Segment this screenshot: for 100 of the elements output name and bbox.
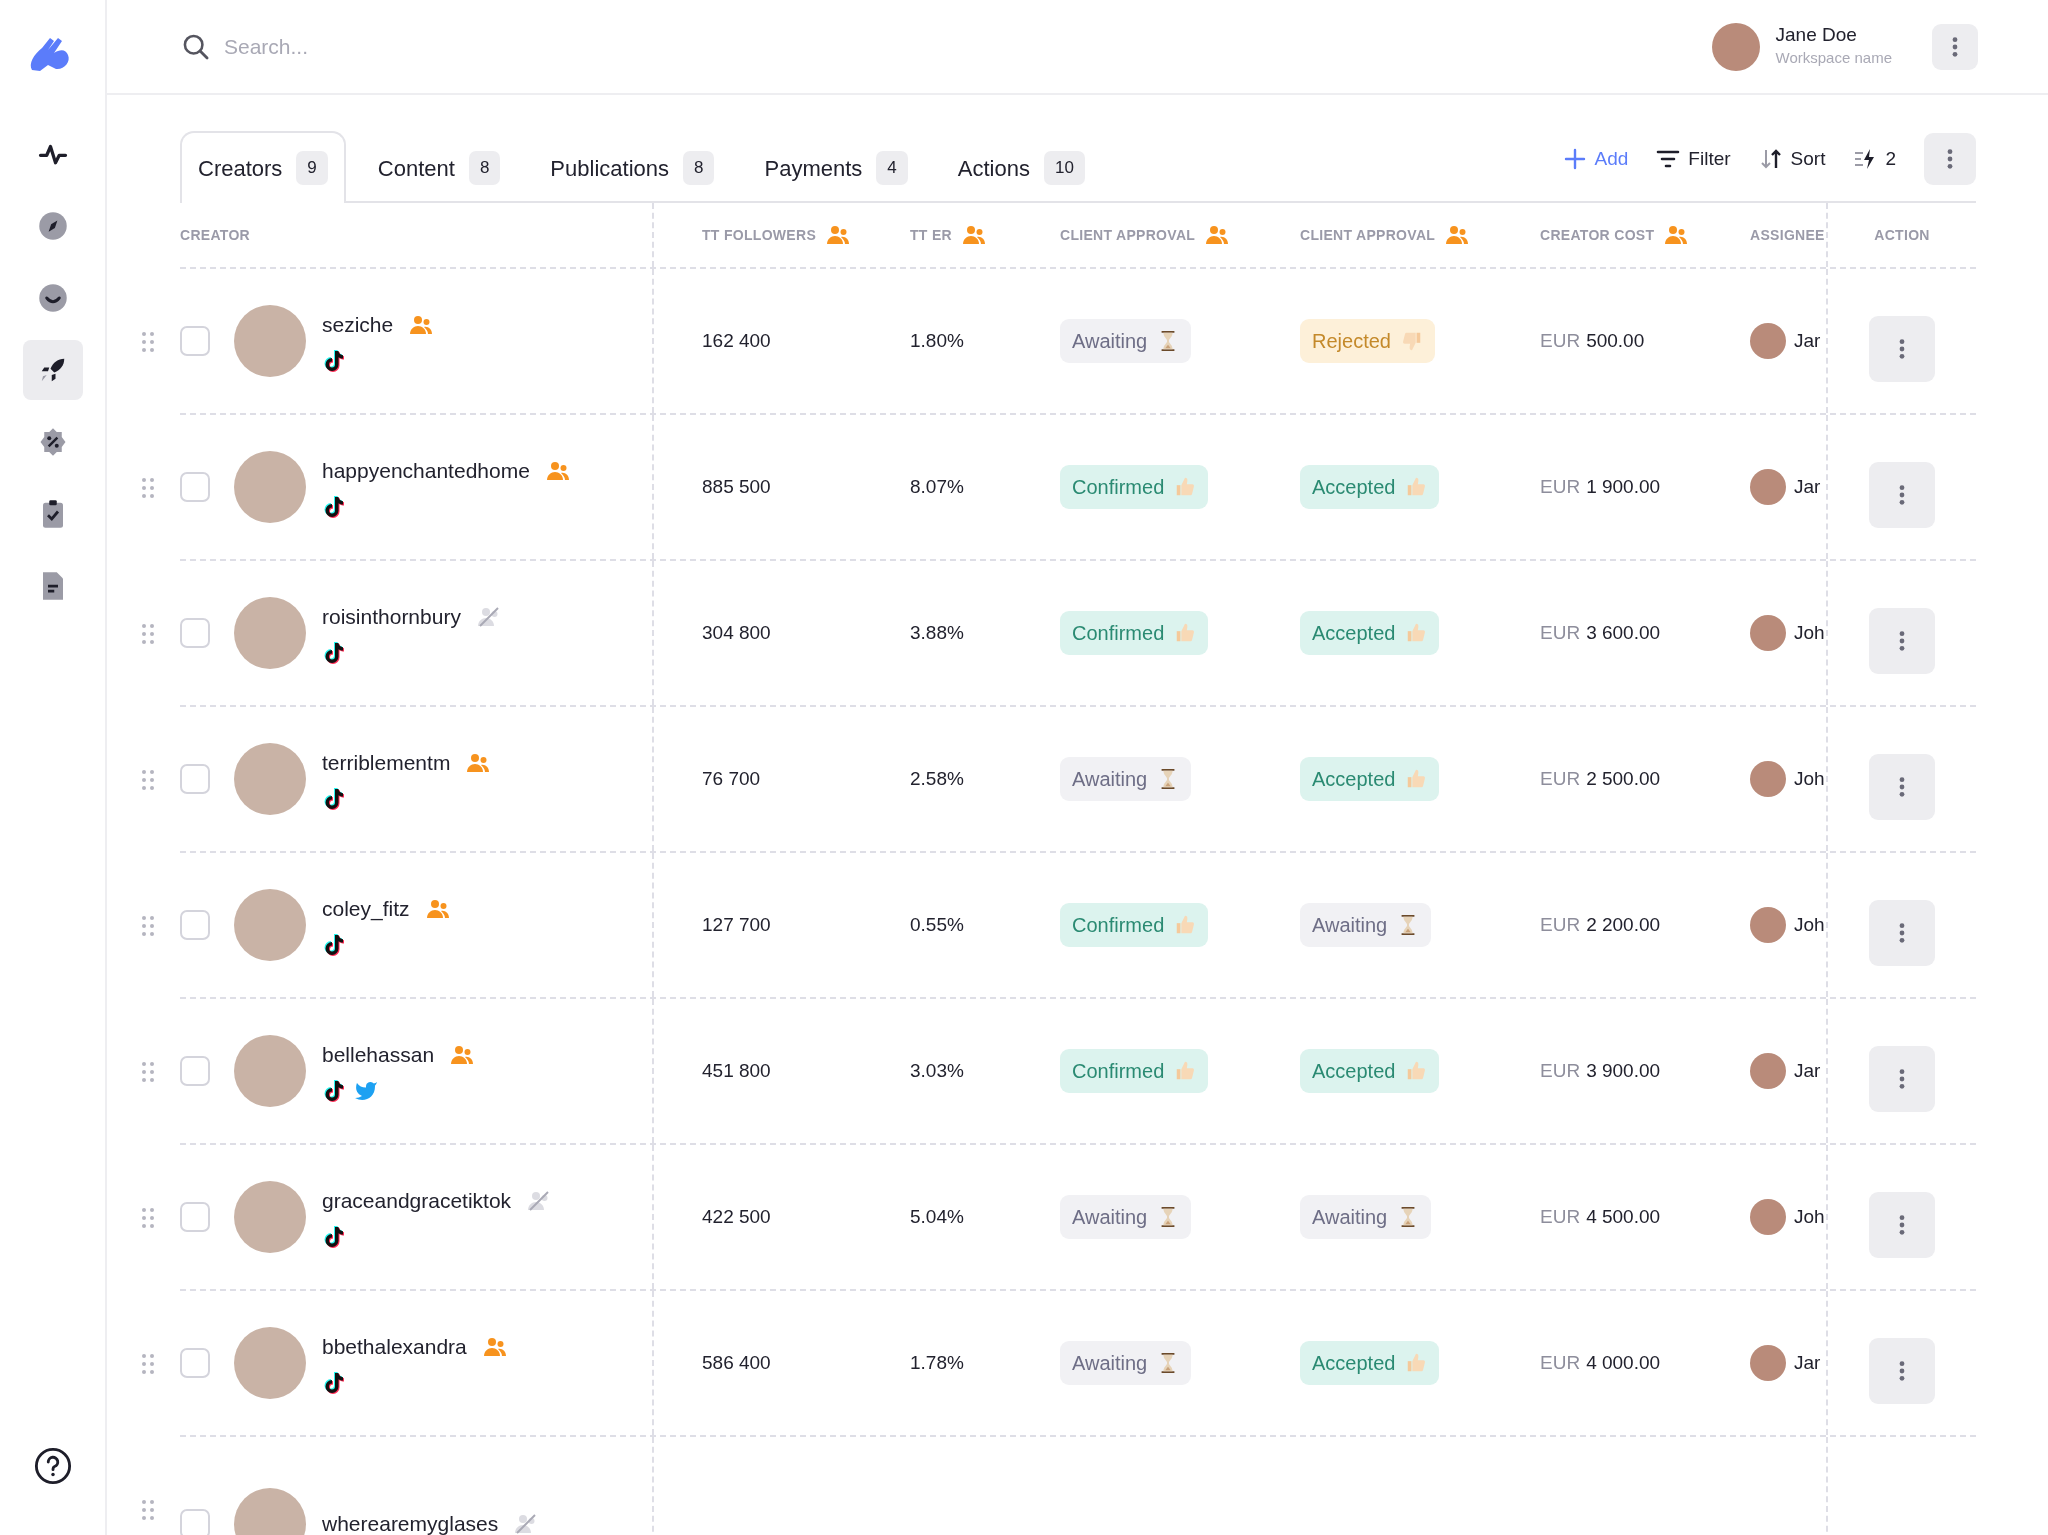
checkbox[interactable] [180, 1348, 210, 1378]
toolbar-button[interactable]: Filter [1656, 144, 1731, 174]
thumbs-up-icon [1405, 1060, 1428, 1082]
creator-name: graceandgracetiktok [322, 1188, 512, 1215]
currency-label: EUR [1540, 620, 1581, 645]
assignee-avatar [1750, 907, 1786, 943]
drag-handle-icon[interactable] [142, 770, 154, 790]
row-actions-button[interactable] [1869, 1192, 1935, 1258]
kebab-icon [1898, 484, 1906, 506]
sort-arrows-icon [1758, 147, 1783, 171]
group-icon [1445, 223, 1470, 247]
assignee-avatar [1750, 761, 1786, 797]
creator-name: coley_fitz [322, 896, 410, 923]
toolbar-button[interactable]: 2 [1853, 144, 1896, 174]
currency-label: EUR [1540, 912, 1581, 937]
help-icon[interactable] [33, 1447, 72, 1485]
toolbar-button[interactable]: Add [1562, 144, 1629, 174]
sidebar-item[interactable] [22, 340, 83, 400]
thumbs-up-icon [1174, 1060, 1197, 1082]
creator-name: wherearemyglases [322, 1511, 499, 1535]
tab-count: 8 [683, 151, 715, 185]
checkbox[interactable] [180, 618, 210, 648]
group-icon [826, 223, 851, 247]
row-actions-button[interactable] [1869, 900, 1935, 966]
checkbox[interactable] [180, 764, 210, 794]
currency-label: EUR [1540, 1058, 1581, 1083]
kebab-icon [1951, 35, 1959, 58]
assignee-avatar [1750, 323, 1786, 359]
status-label: Accepted [1300, 611, 1440, 655]
drag-handle-icon[interactable] [142, 624, 154, 644]
row-actions-button[interactable] [1869, 462, 1935, 528]
kebab-icon [1898, 1214, 1906, 1236]
more-button[interactable] [1924, 133, 1976, 185]
row-actions-button[interactable] [1869, 754, 1935, 820]
tab[interactable]: Creators 9 [180, 131, 346, 203]
tab[interactable]: Payments 4 [746, 131, 926, 203]
table-cell-text: 304 800 [702, 620, 771, 645]
creator-name: roisinthornbury [322, 604, 461, 631]
table-cell-text: 1.78% [910, 1350, 964, 1375]
creator-name: bellehassan [322, 1042, 435, 1069]
creator-name: seziche [322, 312, 394, 339]
cost-value: 500.00 [1586, 328, 1645, 353]
thumbs-up-icon [1174, 476, 1197, 498]
assignee-name: Joh [1794, 620, 1825, 645]
cost-value: 3 900.00 [1586, 1058, 1661, 1083]
assignee-avatar [1750, 1345, 1786, 1381]
music-note-icon [322, 1078, 346, 1103]
assignee-avatar [1750, 1053, 1786, 1089]
group-icon [1205, 223, 1230, 247]
column-header: ACTION [1874, 225, 1930, 245]
table-cell-text: 5.04% [910, 1204, 964, 1229]
assignee-name: Joh [1794, 912, 1825, 937]
table-cell-text: 162 400 [702, 328, 771, 353]
checkbox[interactable] [180, 1202, 210, 1232]
table-cell-text: 422 500 [702, 1204, 771, 1229]
drag-handle-icon[interactable] [142, 478, 154, 498]
drag-handle-icon[interactable] [142, 1354, 154, 1374]
cost-value: 1 900.00 [1586, 474, 1661, 499]
thumbs-down-icon [1400, 330, 1423, 352]
checkbox[interactable] [180, 1509, 210, 1535]
status-label: Confirmed [1060, 611, 1209, 655]
checkbox[interactable] [180, 326, 210, 356]
column-header: TT ER [910, 225, 952, 245]
drag-handle-icon[interactable] [142, 1062, 154, 1082]
row-actions-button[interactable] [1869, 1046, 1935, 1112]
music-note-icon [322, 1224, 346, 1249]
checkbox[interactable] [180, 1056, 210, 1086]
table-cell-text: 451 800 [702, 1058, 771, 1083]
drag-handle-icon[interactable] [142, 916, 154, 936]
group-icon [1664, 223, 1689, 247]
toolbar-button[interactable]: Sort [1758, 144, 1826, 174]
drag-handle-icon[interactable] [142, 1208, 154, 1228]
assignee-name: Jar [1794, 474, 1821, 499]
checkbox[interactable] [180, 910, 210, 940]
kebab-icon [1898, 338, 1906, 360]
drag-handle-icon[interactable] [142, 1500, 154, 1520]
drag-handle-icon[interactable] [142, 332, 154, 352]
table-cell-text: 1.80% [910, 328, 964, 353]
status-label: Awaiting [1060, 319, 1192, 363]
row-actions-button[interactable] [1869, 1338, 1935, 1404]
creator-name: terriblementm [322, 750, 451, 777]
table-cell-text: 885 500 [702, 474, 771, 499]
status-label: Accepted [1300, 1049, 1440, 1093]
tab[interactable]: Content 8 [359, 131, 519, 203]
music-note-icon [322, 640, 346, 665]
tab[interactable]: Publications 8 [532, 131, 733, 203]
row-actions-button[interactable] [1869, 316, 1935, 382]
cost-value: 3 600.00 [1586, 620, 1661, 645]
kebab-icon [1946, 148, 1954, 170]
more-button[interactable] [1932, 23, 1978, 70]
column-header: CREATOR COST [1540, 225, 1655, 245]
workspace-name: Workspace name [1775, 47, 1892, 68]
kebab-icon [1898, 630, 1906, 652]
thumbs-up-icon [1174, 622, 1197, 644]
tab[interactable]: Actions 10 [939, 131, 1103, 203]
cost-value: 2 200.00 [1586, 912, 1661, 937]
kebab-icon [1898, 1068, 1906, 1090]
row-actions-button[interactable] [1869, 608, 1935, 674]
checkbox[interactable] [180, 472, 210, 502]
thumbs-up-icon [1405, 1352, 1428, 1374]
